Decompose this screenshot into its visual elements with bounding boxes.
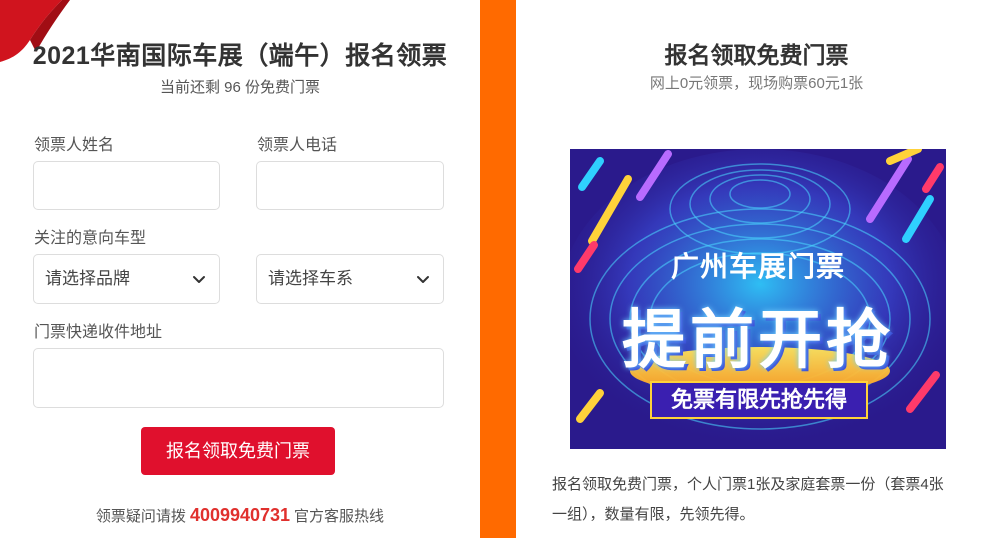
banner-tagline: 免票有限先抢先得 [650,381,868,419]
registration-form-panel: 2021华南国际车展（端午）报名领票 当前还剩 96 份免费门票 领票人姓名 领… [0,0,480,538]
name-label: 领票人姓名 [34,137,115,154]
hotline-number[interactable]: 4009940731 [190,505,290,525]
promo-description: 报名领取免费门票，个人门票1张及家庭套票一份（套票4张一组），数量有限，先领先得… [552,476,944,523]
address-input[interactable] [33,348,444,408]
phone-input[interactable] [256,161,444,210]
banner-heading: 广州车展门票 [670,251,845,282]
series-select-value: 请选择车系 [268,269,353,288]
promo-subtitle: 网上0元领票，现场购票60元1张 [649,75,864,92]
form-title: 2021华南国际车展（端午）报名领票 [32,42,448,70]
brand-select[interactable]: 请选择品牌 [33,254,220,304]
submit-button[interactable]: 报名领取免费门票 [141,427,335,475]
promo-panel: 报名领取免费门票 网上0元领票，现场购票60元1张 广州车展门票 提前开抢 免票… [516,0,997,538]
chevron-down-icon [193,276,205,283]
car-interest-label: 关注的意向车型 [34,230,147,247]
hotline-prefix: 领票疑问请拨 [95,508,186,525]
series-select[interactable]: 请选择车系 [256,254,444,304]
promo-title: 报名领取免费门票 [664,42,849,68]
remaining-tickets-text: 当前还剩 96 份免费门票 [159,79,321,96]
address-label: 门票快递收件地址 [34,324,163,341]
name-input[interactable] [33,161,220,210]
brand-select-value: 请选择品牌 [45,269,130,288]
chevron-down-icon [417,276,429,283]
phone-label: 领票人电话 [257,137,338,154]
orange-divider [480,0,516,538]
promo-banner-image: 广州车展门票 提前开抢 免票有限先抢先得 [570,149,946,449]
hotline-suffix: 官方客服热线 [294,508,385,525]
banner-main-text: 提前开抢 [622,304,894,376]
hotline-text: 领票疑问请拨 4009940731 官方客服热线 [0,505,480,526]
